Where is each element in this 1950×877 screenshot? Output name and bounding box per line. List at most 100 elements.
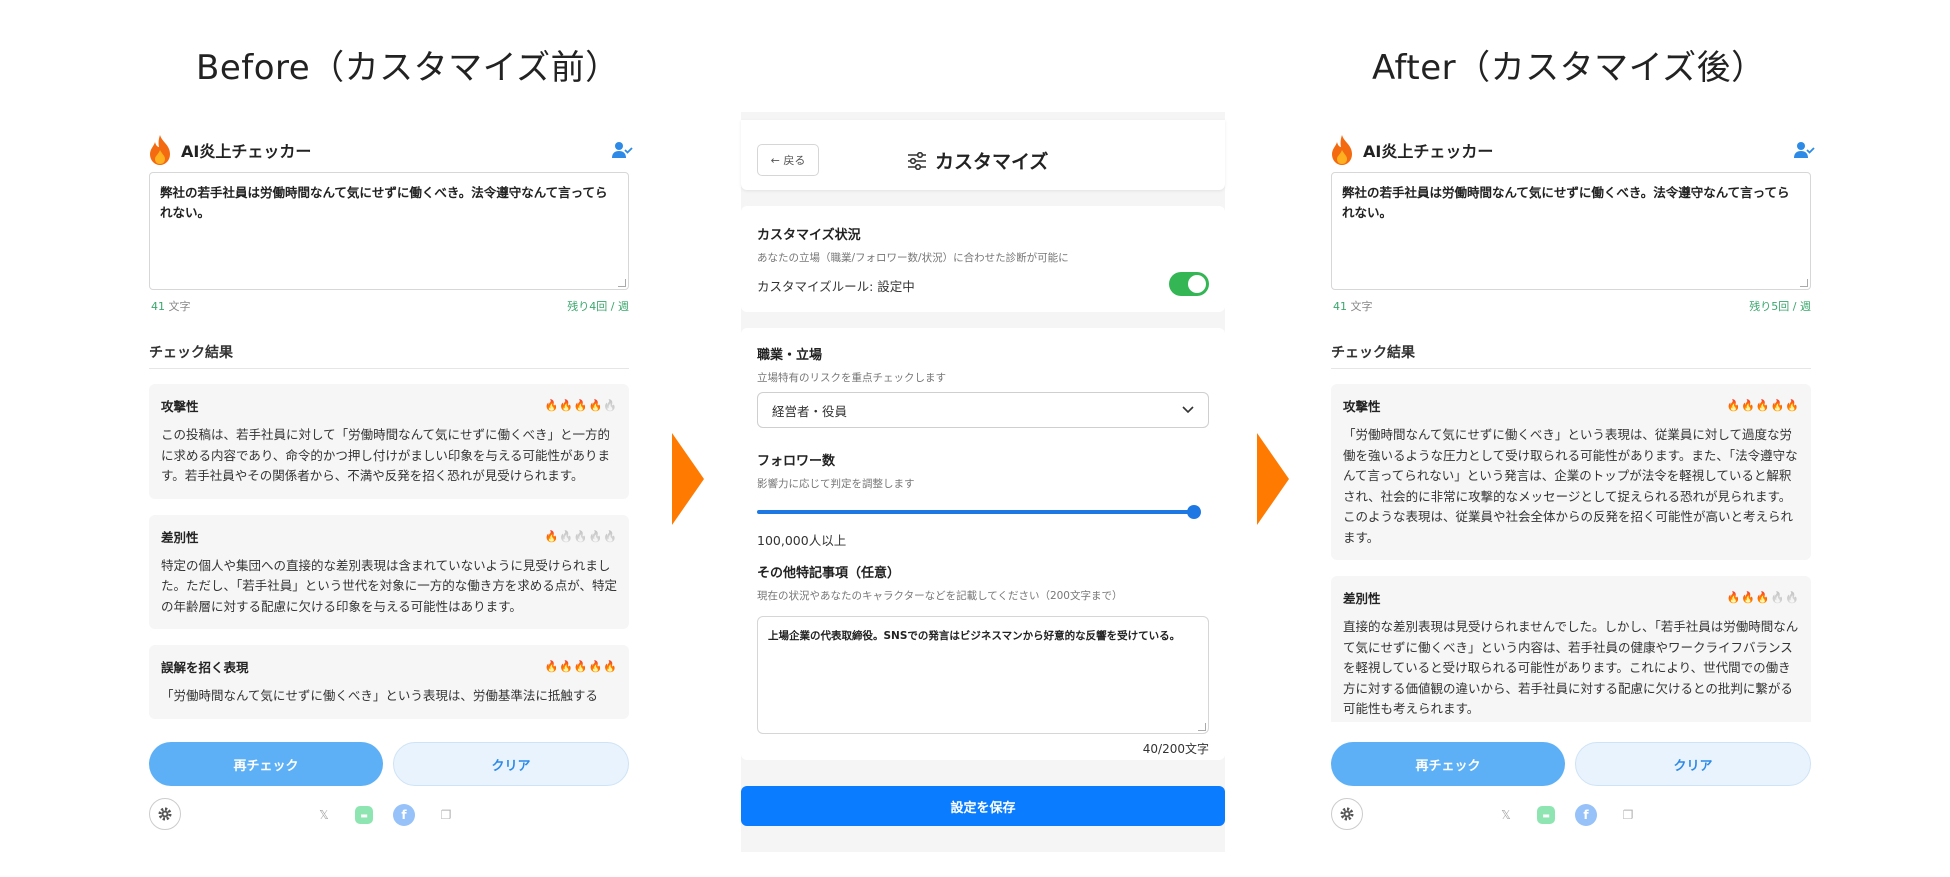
followers-label: フォロワー数 <box>757 454 836 469</box>
app-header: AI炎上チェッカー <box>1329 134 1815 166</box>
save-settings-button[interactable]: 設定を保存 <box>741 786 1225 826</box>
flame-logo-icon <box>1332 135 1352 165</box>
flame-rating: 🔥 🔥 🔥 🔥 🔥 <box>544 400 617 411</box>
customize-status-section: カスタマイズ状況 あなたの立場（職業/フォロワー数/状況）に合わせた診断が可能に… <box>741 206 1225 312</box>
card-title: 攻撃性 <box>1343 399 1381 414</box>
before-heading: Before（カスタマイズ前） <box>196 48 620 88</box>
gear-icon <box>1340 807 1354 821</box>
result-card-misleading: 誤解を招く表現 🔥 🔥 🔥 🔥 🔥 「労働時間なんて気にせずに働くべき」という表現は、労… <box>149 645 629 719</box>
arrow-right-icon <box>672 433 704 525</box>
flame-filled-icon: 🔥 <box>603 660 617 673</box>
card-title: 差別性 <box>1343 591 1381 606</box>
status-label: カスタマイズ状況 <box>757 228 861 243</box>
results-list[interactable]: 攻撃性 🔥 🔥 🔥 🔥 🔥 この投稿は、若手社員に対して「労働時間なんて気にせずに働くべ… <box>149 384 629 722</box>
resize-handle-icon[interactable] <box>1800 279 1808 287</box>
share-icons: 𝕏 ▬ f ❐ <box>313 804 457 826</box>
flame-filled-icon: 🔥 <box>573 399 588 412</box>
user-check-icon[interactable] <box>611 140 633 160</box>
card-body: 直接的な差別表現は見受けられませんでした。しかし、「若手社員は労働時間なんて気に… <box>1343 619 1799 716</box>
chevron-down-icon <box>1182 406 1194 414</box>
toggle-knob <box>1188 275 1206 293</box>
after-checker-panel: AI炎上チェッカー 弊社の若手社員は労働時間なんて気にせずに働くべき。法令遵守な… <box>1327 122 1817 847</box>
result-title: チェック結果 <box>149 345 233 361</box>
copy-icon[interactable]: ❐ <box>435 804 457 826</box>
divider <box>149 368 629 369</box>
result-title: チェック結果 <box>1331 345 1415 361</box>
counter-row: 41 文字 残り4回 / 週 <box>151 298 629 314</box>
notes-label: その他特記事項（任意） <box>757 566 901 581</box>
post-input[interactable]: 弊社の若手社員は労働時間なんて気にせずに働くべき。法令遵守なんて言ってられない。 <box>149 172 629 290</box>
char-count: 41 文字 <box>151 300 191 313</box>
recheck-button[interactable]: 再チェック <box>149 742 383 786</box>
flame-filled-icon: 🔥 <box>544 660 559 673</box>
settings-button[interactable] <box>1331 798 1363 830</box>
flame-filled-icon: 🔥 <box>544 399 559 412</box>
user-check-icon[interactable] <box>1793 140 1815 160</box>
flame-filled-icon: 🔥 <box>559 399 573 412</box>
flame-logo-icon <box>150 135 170 165</box>
flame-empty-icon: 🔥 <box>603 399 617 412</box>
card-body: 「労働時間なんて気にせずに働くべき」という表現は、従業員に対して過度な労働を強い… <box>1343 427 1798 545</box>
job-select[interactable]: 経営者・役員 <box>757 392 1209 428</box>
flame-filled-icon: 🔥 <box>588 660 603 673</box>
results-list[interactable]: 攻撃性 🔥 🔥 🔥 🔥 🔥 「労働時間なんて気にせずに働くべき」という表現は、従業員に対… <box>1331 384 1811 722</box>
result-card-attack: 攻撃性 🔥 🔥 🔥 🔥 🔥 この投稿は、若手社員に対して「労働時間なんて気にせずに働くべ… <box>149 384 629 499</box>
notes-input[interactable]: 上場企業の代表取締役。SNSでの発言はビジネスマンから好意的な反響を受けている。 <box>757 616 1209 734</box>
job-sub: 立場特有のリスクを重点チェックします <box>757 372 946 384</box>
customize-panel: ← 戻る カスタマイズ カスタマイズ状況 あなたの立場（職業/フォロワー数/状況… <box>741 112 1225 852</box>
facebook-share-icon[interactable]: f <box>393 804 415 826</box>
card-title: 差別性 <box>161 529 199 545</box>
card-body: この投稿は、若手社員に対して「労働時間なんて気にせずに働くべき」と一方的に求める… <box>161 427 611 483</box>
flame-empty-icon: 🔥 <box>559 529 573 543</box>
flame-rating: 🔥 🔥 🔥 🔥 🔥 <box>1726 592 1799 603</box>
followers-slider-handle[interactable] <box>1187 505 1201 519</box>
recheck-button[interactable]: 再チェック <box>1331 742 1565 786</box>
arrow-right-icon <box>1257 433 1289 525</box>
action-buttons: 再チェック クリア <box>1331 742 1811 786</box>
flame-rating: 🔥 🔥 🔥 🔥 🔥 <box>544 661 617 672</box>
x-share-icon[interactable]: 𝕏 <box>313 804 335 826</box>
flame-filled-icon: 🔥 <box>573 660 588 673</box>
flame-filled-icon: 🔥 <box>1741 591 1755 604</box>
flame-filled-icon: 🔥 <box>1755 399 1770 412</box>
app-title: AI炎上チェッカー <box>1363 142 1494 161</box>
bottom-bar: 𝕏 ▬ f ❐ <box>149 798 629 834</box>
card-body: 「労働時間なんて気にせずに働くべき」という表現は、労働基準法に抵触する <box>161 688 598 703</box>
flame-filled-icon: 🔥 <box>544 529 559 543</box>
flame-empty-icon: 🔥 <box>1785 591 1799 604</box>
resize-handle-icon[interactable] <box>618 279 626 287</box>
back-button[interactable]: ← 戻る <box>757 144 819 176</box>
flame-rating: 🔥 🔥 🔥 🔥 🔥 <box>544 531 617 542</box>
customize-header: ← 戻る カスタマイズ <box>741 120 1225 190</box>
clear-button[interactable]: クリア <box>1575 742 1811 786</box>
flame-filled-icon: 🔥 <box>1726 399 1741 412</box>
copy-icon[interactable]: ❐ <box>1617 804 1639 826</box>
post-input[interactable]: 弊社の若手社員は労働時間なんて気にせずに働くべき。法令遵守なんて言ってられない。 <box>1331 172 1811 290</box>
before-checker-panel: AI炎上チェッカー 弊社の若手社員は労働時間なんて気にせずに働くべき。法令遵守な… <box>145 122 635 847</box>
notes-count: 40/200文字 <box>1142 742 1209 756</box>
clear-button[interactable]: クリア <box>393 742 629 786</box>
line-share-icon[interactable]: ▬ <box>355 806 373 824</box>
flame-empty-icon: 🔥 <box>588 529 603 543</box>
notes-input-text: 上場企業の代表取締役。SNSでの発言はビジネスマンから好意的な反響を受けている。 <box>768 630 1181 642</box>
after-heading: After（カスタマイズ後） <box>1372 48 1766 88</box>
resize-handle-icon[interactable] <box>1198 723 1206 731</box>
notes-sub: 現在の状況やあなたのキャラクターなどを記載してください（200文字まで） <box>757 590 1123 602</box>
customize-settings-section: 職業・立場 立場特有のリスクを重点チェックします 経営者・役員 フォロワー数 影… <box>741 328 1225 760</box>
flame-filled-icon: 🔥 <box>1785 399 1799 412</box>
settings-button[interactable] <box>149 798 181 830</box>
followers-value: 100,000人以上 <box>757 533 847 548</box>
followers-sub: 影響力に応じて判定を調整します <box>757 478 915 490</box>
customize-title-text: カスタマイズ <box>935 151 1049 173</box>
card-title: 誤解を招く表現 <box>161 660 249 675</box>
flame-empty-icon: 🔥 <box>1770 591 1785 604</box>
followers-slider-track[interactable] <box>757 510 1193 514</box>
rule-toggle[interactable] <box>1169 272 1209 296</box>
facebook-share-icon[interactable]: f <box>1575 804 1597 826</box>
post-input-text: 弊社の若手社員は労働時間なんて気にせずに働くべき。法令遵守なんて言ってられない。 <box>160 185 608 220</box>
remaining-count: 残り5回 / 週 <box>1749 300 1811 313</box>
x-share-icon[interactable]: 𝕏 <box>1495 804 1517 826</box>
job-select-value: 経営者・役員 <box>772 403 848 419</box>
line-share-icon[interactable]: ▬ <box>1537 806 1555 824</box>
job-label: 職業・立場 <box>757 348 823 363</box>
